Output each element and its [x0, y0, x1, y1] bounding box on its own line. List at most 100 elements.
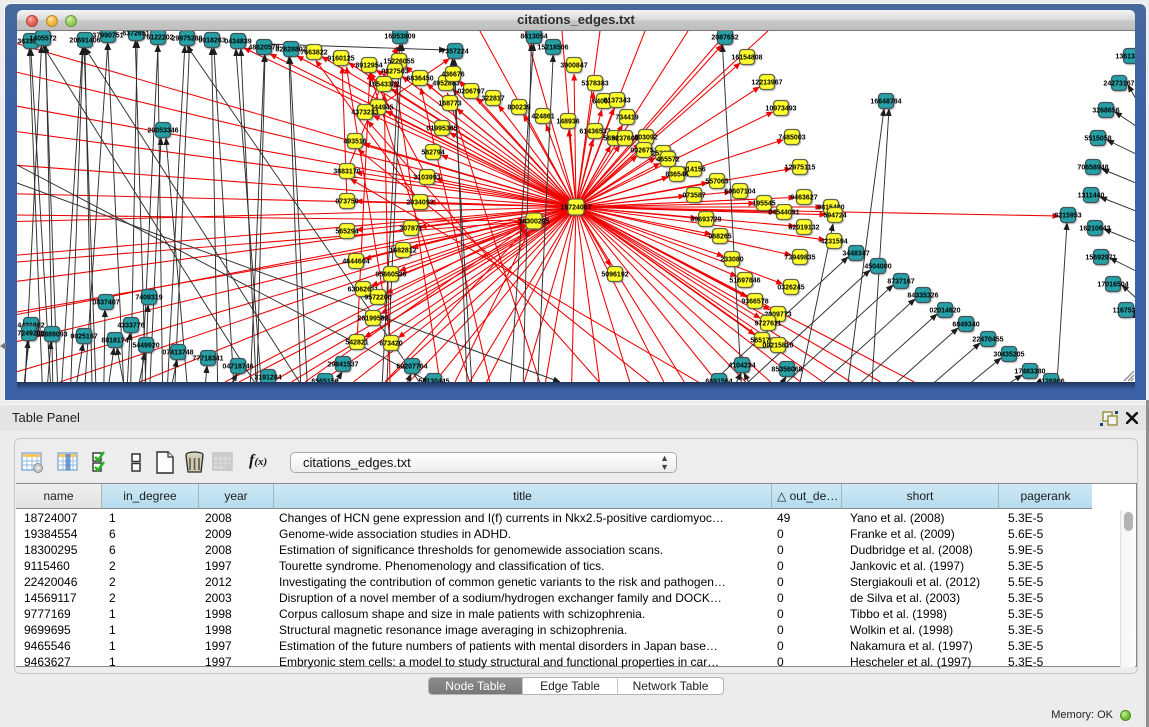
svg-text:70658948: 70658948 — [1077, 165, 1108, 172]
svg-text:16648784: 16648784 — [870, 99, 901, 106]
svg-text:30435205: 30435205 — [993, 352, 1024, 359]
svg-text:60207764: 60207764 — [396, 364, 427, 371]
svg-text:7357224: 7357224 — [441, 49, 468, 56]
svg-text:557063: 557063 — [705, 179, 728, 186]
svg-text:16543382: 16543382 — [368, 82, 399, 89]
svg-text:3448347: 3448347 — [842, 251, 869, 258]
svg-text:594724: 594724 — [823, 213, 846, 220]
svg-text:0025167: 0025167 — [70, 334, 97, 341]
svg-text:5096192: 5096192 — [601, 272, 628, 279]
svg-text:582794: 582794 — [421, 150, 444, 157]
svg-text:8215953: 8215953 — [1054, 213, 1081, 220]
svg-text:37990751: 37990751 — [92, 33, 123, 40]
svg-text:148936: 148936 — [556, 119, 579, 126]
svg-text:7485003: 7485003 — [778, 135, 805, 142]
svg-text:307871: 307871 — [399, 226, 422, 233]
svg-text:734419: 734419 — [615, 115, 638, 122]
svg-text:16053809: 16053809 — [384, 34, 415, 41]
svg-text:24273167: 24273167 — [1103, 81, 1134, 88]
svg-text:20053346: 20053346 — [147, 128, 178, 135]
svg-text:836546: 836546 — [665, 172, 688, 179]
svg-text:2034093: 2034093 — [406, 200, 433, 207]
svg-text:8737167: 8737167 — [887, 279, 914, 286]
svg-text:9366578: 9366578 — [741, 299, 768, 306]
svg-text:465572: 465572 — [656, 157, 679, 164]
svg-text:4504000: 4504000 — [864, 264, 891, 271]
svg-text:60607104: 60607104 — [724, 189, 755, 196]
svg-text:22470455: 22470455 — [972, 337, 1003, 344]
svg-text:10973493: 10973493 — [765, 106, 796, 113]
svg-text:9727611: 9727611 — [755, 321, 782, 328]
svg-text:61436537: 61436537 — [579, 129, 610, 136]
svg-text:3103993: 3103993 — [413, 175, 440, 182]
svg-text:233080: 233080 — [720, 257, 743, 264]
svg-text:84335326: 84335326 — [907, 293, 938, 300]
svg-text:7409319: 7409319 — [135, 295, 162, 302]
svg-text:15692971: 15692971 — [1085, 255, 1116, 262]
svg-text:673420: 673420 — [379, 341, 402, 348]
svg-text:1167533: 1167533 — [1113, 308, 1135, 315]
svg-text:85356068: 85356068 — [771, 367, 802, 374]
svg-text:39693729: 39693729 — [690, 217, 721, 224]
svg-text:18300295: 18300295 — [518, 219, 549, 226]
svg-text:436676: 436676 — [441, 72, 464, 79]
svg-text:8137343: 8137343 — [603, 98, 630, 105]
svg-text:424861: 424861 — [531, 114, 554, 121]
svg-text:18724007: 18724007 — [560, 205, 591, 212]
svg-text:6836450: 6836450 — [406, 76, 433, 83]
svg-text:17016504: 17016504 — [1097, 282, 1128, 289]
svg-text:1405572: 1405572 — [29, 36, 56, 43]
svg-text:542821: 542821 — [345, 340, 368, 347]
svg-text:9327503: 9327503 — [381, 69, 408, 76]
svg-text:02014620: 02014620 — [929, 308, 960, 315]
svg-text:04544091: 04544091 — [768, 210, 799, 217]
svg-text:5515058: 5515058 — [1084, 136, 1111, 143]
svg-text:15218506: 15218506 — [537, 45, 568, 52]
svg-text:5449920: 5449920 — [132, 343, 159, 350]
svg-text:29841537: 29841537 — [327, 362, 358, 369]
svg-text:8613054: 8613054 — [520, 34, 547, 41]
svg-text:068265: 068265 — [708, 234, 731, 241]
svg-text:7663822: 7663822 — [300, 50, 327, 57]
svg-text:82889093: 82889093 — [36, 332, 67, 339]
svg-text:9463627: 9463627 — [790, 195, 817, 202]
svg-text:493516: 493516 — [343, 139, 366, 146]
svg-text:0206797: 0206797 — [457, 89, 484, 96]
svg-text:565294: 565294 — [335, 229, 358, 236]
svg-text:8912954: 8912954 — [355, 63, 382, 70]
svg-text:603092: 603092 — [634, 135, 657, 142]
svg-text:16210643: 16210643 — [1079, 226, 1110, 233]
svg-text:4231594: 4231594 — [820, 239, 847, 246]
svg-text:00215810: 00215810 — [762, 343, 793, 350]
svg-text:9160125: 9160125 — [327, 56, 354, 63]
svg-text:1311440: 1311440 — [1078, 193, 1105, 200]
svg-text:95660536: 95660536 — [375, 272, 406, 279]
svg-text:195545: 195545 — [752, 201, 775, 208]
svg-text:4373233: 4373233 — [351, 110, 378, 117]
svg-text:8818174: 8818174 — [101, 338, 128, 345]
svg-text:0018263: 0018263 — [198, 38, 225, 45]
svg-text:26199582: 26199582 — [357, 316, 388, 323]
svg-text:0326245: 0326245 — [777, 285, 804, 292]
svg-text:16154808: 16154808 — [731, 55, 762, 62]
svg-text:3900847: 3900847 — [560, 63, 587, 70]
svg-text:77718341: 77718341 — [192, 356, 223, 363]
svg-text:3268656: 3268656 — [1092, 108, 1119, 115]
svg-text:76122202: 76122202 — [142, 35, 173, 42]
svg-text:073750: 073750 — [335, 199, 358, 206]
svg-text:01995305: 01995305 — [426, 126, 457, 133]
svg-text:9572200: 9572200 — [364, 295, 391, 302]
svg-text:12213967: 12213967 — [751, 80, 782, 87]
svg-text:12975115: 12975115 — [785, 165, 816, 172]
svg-text:2087652: 2087652 — [711, 35, 738, 42]
svg-text:5378383: 5378383 — [581, 81, 608, 88]
svg-text:073587: 073587 — [682, 193, 705, 200]
svg-text:17483380: 17483380 — [1014, 369, 1045, 376]
svg-text:800239: 800239 — [507, 105, 530, 112]
svg-text:6849340: 6849340 — [952, 322, 979, 329]
svg-text:168773: 168773 — [438, 101, 461, 108]
svg-text:0837407: 0837407 — [92, 300, 119, 307]
svg-text:13613412: 13613412 — [1115, 54, 1135, 61]
svg-text:62019132: 62019132 — [788, 225, 819, 232]
svg-text:322817: 322817 — [481, 96, 504, 103]
